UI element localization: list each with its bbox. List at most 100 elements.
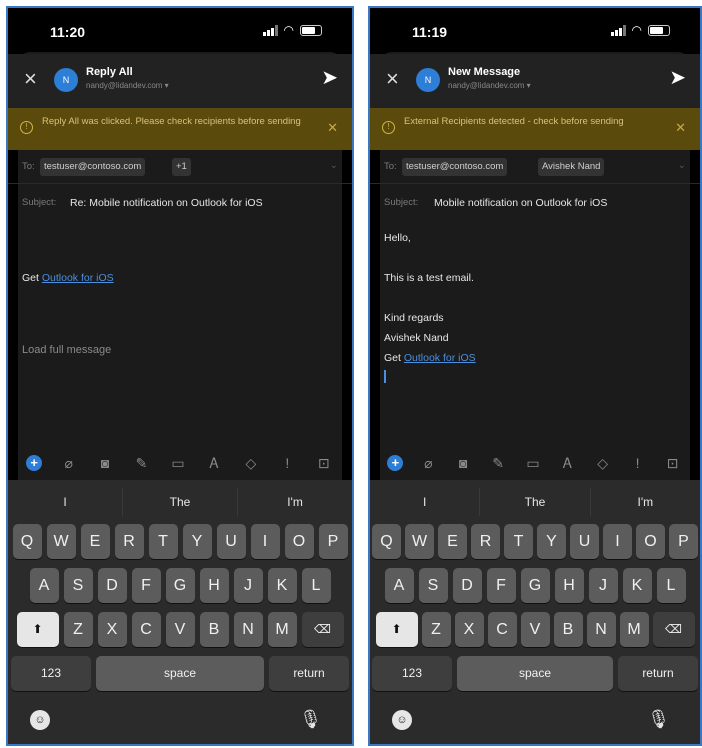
draw-icon[interactable]: ✎: [132, 455, 152, 472]
subject-field[interactable]: Subject: Mobile notification on Outlook …: [370, 184, 700, 220]
key[interactable]: U: [570, 524, 599, 559]
key[interactable]: A: [29, 568, 59, 603]
calendar-icon[interactable]: ▭: [523, 455, 543, 472]
numbers-key[interactable]: 123: [11, 656, 91, 691]
to-field[interactable]: To: testuser@contoso.com Avishek Nand ⌄: [370, 150, 700, 184]
key[interactable]: J: [233, 568, 263, 603]
key[interactable]: Q: [12, 524, 42, 559]
add-icon[interactable]: +: [26, 455, 43, 471]
key[interactable]: D: [97, 568, 127, 603]
key[interactable]: P: [669, 524, 698, 559]
key[interactable]: W: [405, 524, 434, 559]
key[interactable]: R: [471, 524, 500, 559]
key[interactable]: I: [250, 524, 280, 559]
subject-value[interactable]: Re: Mobile notification on Outlook for i…: [70, 197, 263, 209]
close-icon[interactable]: ×: [386, 68, 399, 90]
from-account-selector[interactable]: nandy@lidandev.com ▾: [448, 81, 531, 90]
key[interactable]: R: [114, 524, 144, 559]
recipient-chip[interactable]: Avishek Nand: [538, 158, 605, 176]
from-account-selector[interactable]: nandy@lidandev.com ▾: [86, 81, 169, 90]
key[interactable]: S: [63, 568, 93, 603]
key[interactable]: Z: [63, 612, 93, 647]
emoji-icon[interactable]: ☺: [392, 710, 412, 730]
recipient-chip[interactable]: testuser@contoso.com: [40, 158, 146, 176]
return-key[interactable]: return: [269, 656, 349, 691]
suggestion-item[interactable]: I: [370, 488, 481, 516]
key[interactable]: Y: [537, 524, 566, 559]
suggestion-item[interactable]: The: [123, 488, 238, 516]
key[interactable]: Q: [372, 524, 401, 559]
key[interactable]: B: [199, 612, 229, 647]
key[interactable]: N: [233, 612, 263, 647]
key[interactable]: S: [418, 568, 448, 603]
key[interactable]: E: [80, 524, 110, 559]
key[interactable]: A: [384, 568, 414, 603]
subject-field[interactable]: Subject: Re: Mobile notification on Outl…: [8, 184, 352, 220]
load-full-message-button[interactable]: Load full message: [22, 344, 111, 356]
key[interactable]: B: [553, 612, 583, 647]
key[interactable]: K: [622, 568, 652, 603]
key[interactable]: H: [554, 568, 584, 603]
emoji-icon[interactable]: ☺: [30, 710, 50, 730]
key[interactable]: U: [216, 524, 246, 559]
key[interactable]: Y: [182, 524, 212, 559]
key[interactable]: F: [486, 568, 516, 603]
send-icon[interactable]: ➤: [321, 68, 338, 88]
dismiss-banner-icon[interactable]: ✕: [675, 120, 686, 136]
key[interactable]: F: [131, 568, 161, 603]
key[interactable]: M: [619, 612, 649, 647]
close-icon[interactable]: ×: [24, 68, 37, 90]
more-options-icon[interactable]: ⊡: [314, 455, 334, 472]
outlook-ios-link[interactable]: Outlook for iOS: [404, 352, 476, 364]
key[interactable]: T: [148, 524, 178, 559]
key[interactable]: K: [267, 568, 297, 603]
return-key[interactable]: return: [618, 656, 698, 691]
camera-icon[interactable]: ◙: [95, 455, 115, 471]
microphone-icon[interactable]: 🎙: [647, 709, 670, 730]
chevron-down-icon[interactable]: ⌄: [330, 160, 338, 171]
space-key[interactable]: space: [457, 656, 613, 691]
format-text-icon[interactable]: Ꭺ: [558, 455, 578, 472]
add-icon[interactable]: +: [387, 455, 404, 471]
recipient-more-chip[interactable]: +1: [172, 158, 191, 176]
recipient-chip[interactable]: testuser@contoso.com: [402, 158, 508, 176]
key[interactable]: C: [131, 612, 161, 647]
key[interactable]: V: [165, 612, 195, 647]
space-key[interactable]: space: [96, 656, 264, 691]
subject-value[interactable]: Mobile notification on Outlook for iOS: [434, 197, 607, 209]
key[interactable]: E: [438, 524, 467, 559]
priority-icon[interactable]: !: [628, 455, 648, 471]
backspace-key[interactable]: ⌫: [301, 612, 344, 647]
key[interactable]: L: [301, 568, 331, 603]
calendar-icon[interactable]: ▭: [168, 455, 188, 472]
key[interactable]: V: [520, 612, 550, 647]
backspace-key[interactable]: ⌫: [652, 612, 695, 647]
outlook-ios-link[interactable]: Outlook for iOS: [42, 272, 114, 284]
sensitivity-icon[interactable]: ◇: [241, 455, 261, 472]
shift-key[interactable]: ⬆: [375, 612, 418, 647]
key[interactable]: T: [504, 524, 533, 559]
key[interactable]: I: [603, 524, 632, 559]
dismiss-banner-icon[interactable]: ✕: [327, 120, 338, 136]
key[interactable]: G: [520, 568, 550, 603]
suggestion-item[interactable]: I'm: [238, 488, 352, 516]
attach-icon[interactable]: ⌀: [59, 455, 79, 472]
draw-icon[interactable]: ✎: [488, 455, 508, 472]
suggestion-item[interactable]: I: [8, 488, 123, 516]
sensitivity-icon[interactable]: ◇: [593, 455, 613, 472]
key[interactable]: P: [318, 524, 348, 559]
key[interactable]: C: [487, 612, 517, 647]
key[interactable]: X: [97, 612, 127, 647]
suggestion-item[interactable]: The: [480, 488, 591, 516]
shift-key[interactable]: ⬆: [16, 612, 59, 647]
numbers-key[interactable]: 123: [372, 656, 452, 691]
key[interactable]: W: [46, 524, 76, 559]
key[interactable]: H: [199, 568, 229, 603]
to-field[interactable]: To: testuser@contoso.com +1 ⌄: [8, 150, 352, 184]
send-icon[interactable]: ➤: [669, 68, 686, 88]
chevron-down-icon[interactable]: ⌄: [678, 160, 686, 171]
format-text-icon[interactable]: Ꭺ: [204, 455, 224, 472]
key[interactable]: M: [267, 612, 297, 647]
key[interactable]: J: [588, 568, 618, 603]
suggestion-item[interactable]: I'm: [591, 488, 700, 516]
